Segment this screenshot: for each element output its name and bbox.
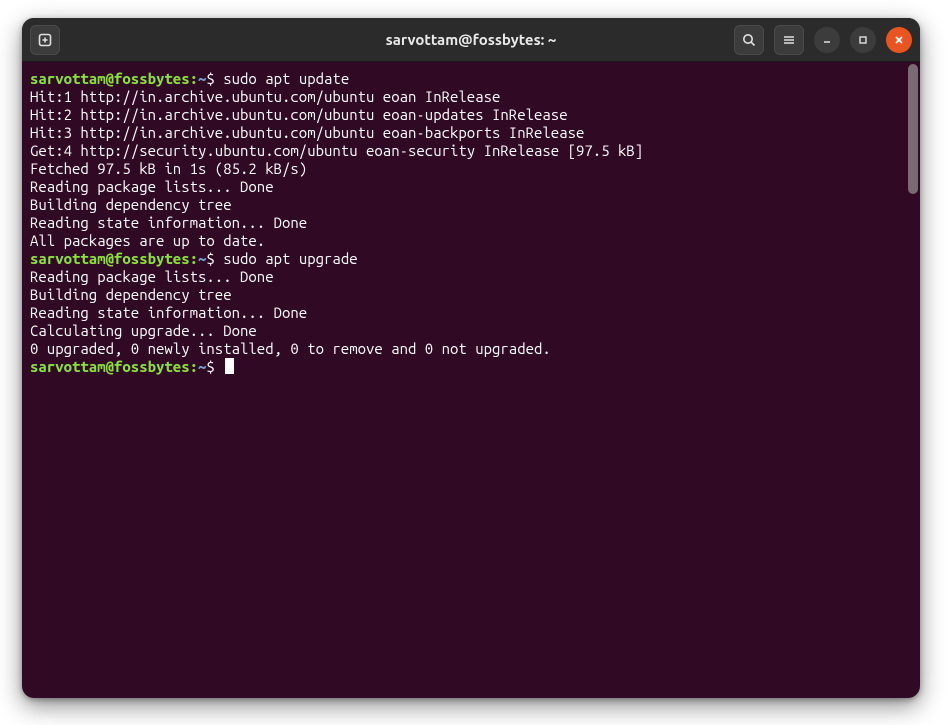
prompt-user-host: sarvottam@fossbytes (30, 250, 190, 267)
terminal-body[interactable]: sarvottam@fossbytes:~$ sudo apt update H… (22, 62, 920, 698)
close-button[interactable] (886, 27, 912, 53)
maximize-button[interactable] (850, 27, 876, 53)
prompt-colon: : (190, 70, 198, 87)
command-text: sudo apt upgrade (223, 250, 357, 267)
titlebar: sarvottam@fossbytes: ~ (22, 18, 920, 62)
maximize-icon (857, 34, 869, 46)
output-line: Calculating upgrade... Done (30, 322, 257, 339)
search-button[interactable] (734, 25, 764, 55)
new-tab-icon (37, 32, 53, 48)
prompt-colon: : (190, 250, 198, 267)
close-icon (893, 34, 905, 46)
search-icon (741, 32, 757, 48)
output-line: Hit:1 http://in.archive.ubuntu.com/ubunt… (30, 88, 500, 105)
output-line: Hit:2 http://in.archive.ubuntu.com/ubunt… (30, 106, 568, 123)
prompt-dollar: $ (206, 70, 214, 87)
minimize-button[interactable] (814, 27, 840, 53)
cursor (225, 358, 234, 374)
menu-button[interactable] (774, 25, 804, 55)
minimize-icon (821, 34, 833, 46)
output-line: Fetched 97.5 kB in 1s (85.2 kB/s) (30, 160, 307, 177)
output-line: 0 upgraded, 0 newly installed, 0 to remo… (30, 340, 551, 357)
output-line: Reading state information... Done (30, 214, 307, 231)
output-line: All packages are up to date. (30, 232, 265, 249)
prompt-user-host: sarvottam@fossbytes (30, 358, 190, 375)
output-line: Building dependency tree (30, 286, 232, 303)
command-text: sudo apt update (223, 70, 349, 87)
prompt-dollar: $ (206, 250, 214, 267)
prompt-dollar: $ (206, 358, 214, 375)
prompt-user-host: sarvottam@fossbytes (30, 70, 190, 87)
output-line: Reading state information... Done (30, 304, 307, 321)
output-line: Hit:3 http://in.archive.ubuntu.com/ubunt… (30, 124, 584, 141)
output-line: Building dependency tree (30, 196, 232, 213)
hamburger-icon (781, 32, 797, 48)
prompt-colon: : (190, 358, 198, 375)
new-tab-button[interactable] (30, 25, 60, 55)
scrollbar-thumb[interactable] (908, 64, 918, 194)
output-line: Reading package lists... Done (30, 268, 274, 285)
terminal-window: sarvottam@fossbytes: ~ (22, 18, 920, 698)
output-line: Reading package lists... Done (30, 178, 274, 195)
output-line: Get:4 http://security.ubuntu.com/ubuntu … (30, 142, 643, 159)
